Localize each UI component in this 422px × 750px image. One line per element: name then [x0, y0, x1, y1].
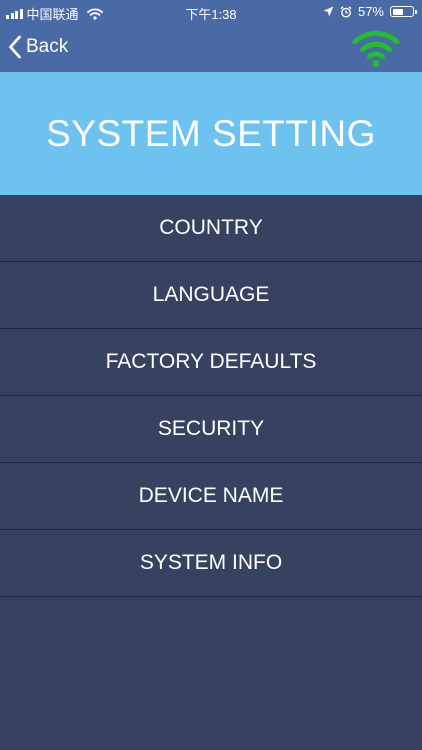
status-bar: 中国联通 下午1:38 57% — [0, 0, 422, 24]
app-screen: 中国联通 下午1:38 57% Back SYSTEM SETTING COUN… — [0, 0, 422, 750]
top-bar: 中国联通 下午1:38 57% Back — [0, 0, 422, 72]
alarm-icon — [340, 5, 352, 17]
location-arrow-icon — [323, 6, 334, 17]
battery-level — [392, 8, 404, 15]
title-banner: SYSTEM SETTING — [0, 72, 422, 195]
menu-item-device-name[interactable]: DEVICE NAME — [0, 463, 422, 530]
menu-item-language[interactable]: LANGUAGE — [0, 262, 422, 329]
battery-percent: 57% — [357, 4, 384, 19]
settings-menu: COUNTRY LANGUAGE FACTORY DEFAULTS SECURI… — [0, 195, 422, 597]
menu-item-system-info[interactable]: SYSTEM INFO — [0, 530, 422, 597]
navigation-bar: Back — [0, 24, 422, 72]
back-label: Back — [26, 36, 69, 57]
back-button[interactable]: Back — [8, 32, 68, 62]
wifi-icon — [352, 30, 400, 67]
menu-item-factory-defaults[interactable]: FACTORY DEFAULTS — [0, 329, 422, 396]
menu-item-security[interactable]: SECURITY — [0, 396, 422, 463]
page-title: SYSTEM SETTING — [46, 112, 376, 154]
battery-icon — [390, 6, 417, 17]
status-bar-right: 57% — [323, 4, 417, 19]
menu-item-country[interactable]: COUNTRY — [0, 195, 422, 262]
connection-status-button[interactable] — [352, 28, 400, 68]
chevron-left-icon — [9, 35, 21, 59]
